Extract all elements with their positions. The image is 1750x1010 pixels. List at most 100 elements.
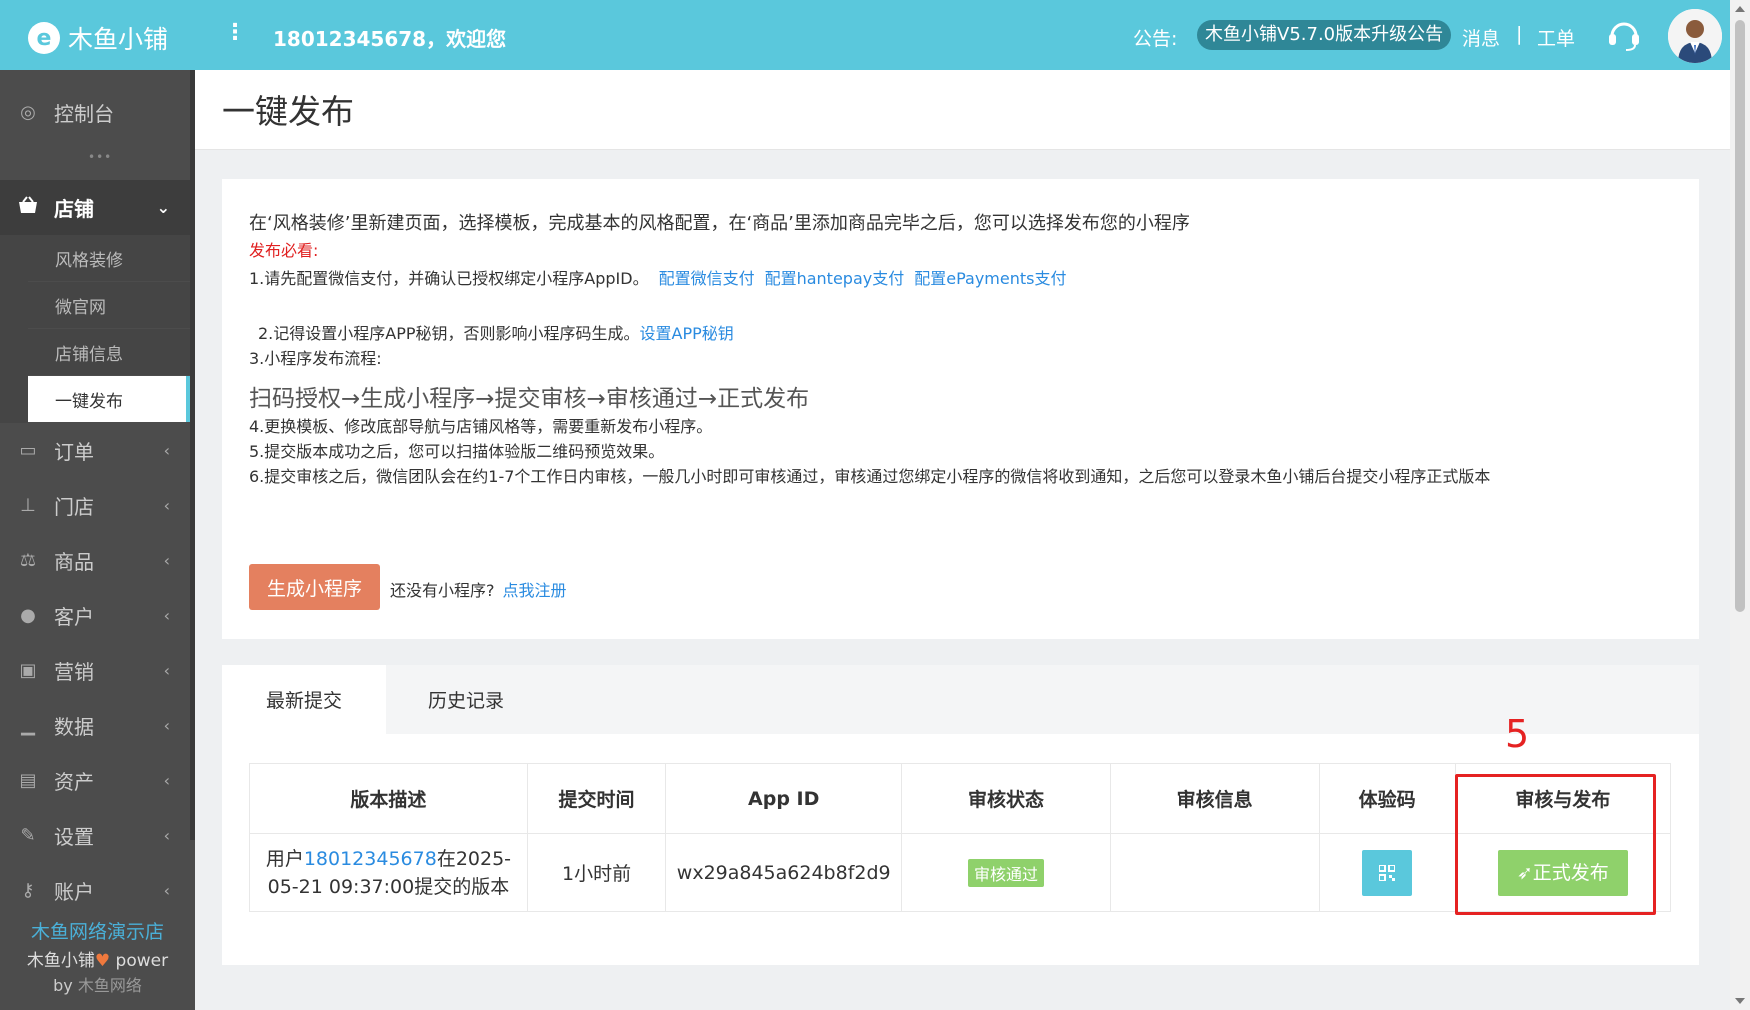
step-2: 2.记得设置小程序APP秘钥，否则影响小程序码生成。设置APP秘钥: [258, 320, 734, 344]
heart-icon: ♥: [94, 951, 111, 971]
sidebar-label: 客户: [54, 605, 94, 629]
col-submit-time: 提交时间: [526, 763, 667, 834]
sidebar-scroll-edge: [190, 70, 195, 840]
generate-miniprogram-button[interactable]: 生成小程序: [249, 564, 380, 610]
gift-icon: ▣: [19, 660, 37, 681]
status-badge: 审核通过: [968, 858, 1045, 887]
footer-company: 木鱼网络: [77, 976, 142, 995]
key-icon: ⚷: [21, 880, 35, 901]
submenu-rail: [0, 235, 28, 423]
set-app-secret-link[interactable]: 设置APP秘钥: [640, 324, 734, 343]
top-bar: e 木鱼小铺 ⋮ 18012345678，欢迎您 公告: 木鱼小铺V5.7.0版…: [0, 0, 1730, 70]
sidebar-item-account[interactable]: ⚷ 账户 ‹: [0, 863, 190, 918]
sitemap-icon: ⊥: [20, 495, 36, 516]
logo-text: 木鱼小铺: [68, 25, 169, 54]
user-avatar[interactable]: [1668, 9, 1722, 63]
ticket-link[interactable]: 工单: [1537, 24, 1575, 51]
chevron-left-icon: ‹: [163, 661, 170, 680]
sidebar-label: 资产: [54, 770, 94, 794]
chevron-left-icon: ‹: [163, 441, 170, 460]
register-link[interactable]: 点我注册: [503, 581, 567, 600]
cell-version-desc: 用户18012345678在2025-05-21 09:37:00提交的版本: [249, 833, 528, 912]
intro-text: 在‘风格装修’里新建页面，选择模板，完成基本的风格配置，在‘商品’里添加商品完毕…: [249, 213, 1190, 234]
footer-power-text: power: [110, 951, 169, 971]
sidebar-label: 账户: [54, 880, 94, 904]
sidebar-label: 营销: [54, 660, 94, 684]
sidebar-item-data[interactable]: ▁ 数据 ‹: [0, 698, 190, 753]
page-title: 一键发布: [222, 92, 354, 131]
publish-info-card: 在‘风格装修’里新建页面，选择模板，完成基本的风格配置，在‘商品’里添加商品完毕…: [222, 179, 1699, 639]
cell-review-info: [1109, 833, 1320, 912]
col-app-id: App ID: [665, 763, 903, 834]
chevron-left-icon: ‹: [163, 881, 170, 900]
submenu-item-publish[interactable]: 一键发布: [28, 376, 190, 422]
footer-shop-link[interactable]: 木鱼网络演示店: [0, 917, 195, 944]
page-scrollbar[interactable]: [1730, 0, 1750, 1010]
logo[interactable]: e 木鱼小铺: [28, 20, 168, 56]
avatar-icon: [1668, 9, 1722, 63]
chevron-left-icon: ‹: [163, 716, 170, 735]
scroll-thumb[interactable]: [1735, 20, 1745, 612]
sidebar-item-settings[interactable]: ✎ 设置 ‹: [0, 808, 190, 863]
no-app-text: 还没有小程序?: [390, 581, 495, 600]
step-6: 6.提交审核之后，微信团队会在约1-7个工作日内审核，一般几小时即可审核通过，审…: [249, 467, 1491, 486]
desc-phone-link[interactable]: 18012345678: [304, 848, 437, 870]
logo-icon: e: [28, 22, 60, 54]
scale-icon: ⚖: [19, 550, 37, 571]
qr-code-icon: [1379, 864, 1396, 881]
config-epayments-link[interactable]: 配置ePayments支付: [914, 269, 1066, 288]
sidebar-label: 店铺: [54, 197, 94, 221]
tab-bar: 最新提交 历史记录: [222, 665, 1699, 734]
col-review-status: 审核状态: [901, 763, 1111, 834]
sidebar-label: 商品: [54, 550, 94, 574]
tab-history[interactable]: 历史记录: [386, 665, 546, 734]
sidebar-item-store[interactable]: 店铺 ⌄: [0, 180, 190, 235]
chevron-left-icon: ‹: [163, 606, 170, 625]
sidebar-label: 订单: [54, 440, 94, 464]
scroll-down-icon[interactable]: [1735, 998, 1745, 1004]
qr-code-button[interactable]: [1362, 849, 1413, 896]
sidebar-item-orders[interactable]: ▭ 订单 ‹: [0, 423, 190, 478]
chevron-left-icon: ‹: [163, 826, 170, 845]
header-separator: |: [1516, 23, 1523, 45]
sidebar-item-dashboard[interactable]: ◎ 控制台: [0, 85, 190, 140]
annotation-number: 5: [1505, 712, 1530, 756]
submenu-item-style[interactable]: 风格装修: [28, 235, 190, 281]
sidebar-item-assets[interactable]: ▤ 资产 ‹: [0, 753, 190, 808]
col-version-desc: 版本描述: [249, 763, 528, 834]
menu-toggle-icon[interactable]: ⋮: [224, 22, 246, 44]
publish-flow: 扫码授权→生成小程序→提交审核→审核通过→正式发布: [249, 386, 810, 412]
submenu-item-store-info[interactable]: 店铺信息: [28, 329, 190, 375]
cell-app-id: wx29a845a624b8f2d9: [665, 833, 903, 912]
wrench-icon: ✎: [20, 825, 36, 846]
config-wechat-pay-link[interactable]: 配置微信支付: [659, 269, 755, 288]
sidebar-dots: •••: [88, 150, 113, 164]
step-1: 1.请先配置微信支付，并确认已授权绑定小程序AppID。 配置微信支付 配置hant…: [249, 265, 1066, 289]
must-read-label: 发布必看:: [249, 241, 319, 260]
welcome-text: 18012345678，欢迎您: [273, 27, 507, 51]
submenu-item-microsite[interactable]: 微官网: [28, 282, 190, 328]
footer-by: by 木鱼网络: [0, 972, 195, 996]
money-icon: ▤: [19, 770, 37, 791]
col-review-info: 审核信息: [1109, 763, 1320, 834]
cell-trial-code: [1318, 833, 1456, 912]
signal-icon: ▁: [21, 715, 35, 736]
dashboard-icon: ◎: [20, 102, 36, 123]
headset-icon[interactable]: [1606, 16, 1642, 52]
chevron-down-icon: ⌄: [156, 198, 170, 217]
notice-link[interactable]: 木鱼小铺V5.7.0版本升级公告: [1197, 20, 1452, 50]
step-1-text: 1.请先配置微信支付，并确认已授权绑定小程序AppID。: [249, 269, 649, 288]
sidebar-item-customers[interactable]: ● 客户 ‹: [0, 588, 190, 643]
scroll-up-icon[interactable]: [1735, 6, 1745, 12]
footer-brand: 木鱼小铺: [26, 951, 95, 971]
messages-link[interactable]: 消息: [1462, 24, 1500, 51]
step-2-text: 2.记得设置小程序APP秘钥，否则影响小程序码生成。: [258, 324, 640, 343]
sidebar-item-products[interactable]: ⚖ 商品 ‹: [0, 533, 190, 588]
footer-by-text: by: [53, 976, 78, 995]
tab-latest[interactable]: 最新提交: [222, 665, 386, 734]
chevron-left-icon: ‹: [163, 551, 170, 570]
sidebar-item-marketing[interactable]: ▣ 营销 ‹: [0, 643, 190, 698]
sidebar-item-stores[interactable]: ⊥ 门店 ‹: [0, 478, 190, 533]
sidebar-label: 数据: [54, 715, 94, 739]
config-hantepay-link[interactable]: 配置hantepay支付: [765, 269, 905, 288]
